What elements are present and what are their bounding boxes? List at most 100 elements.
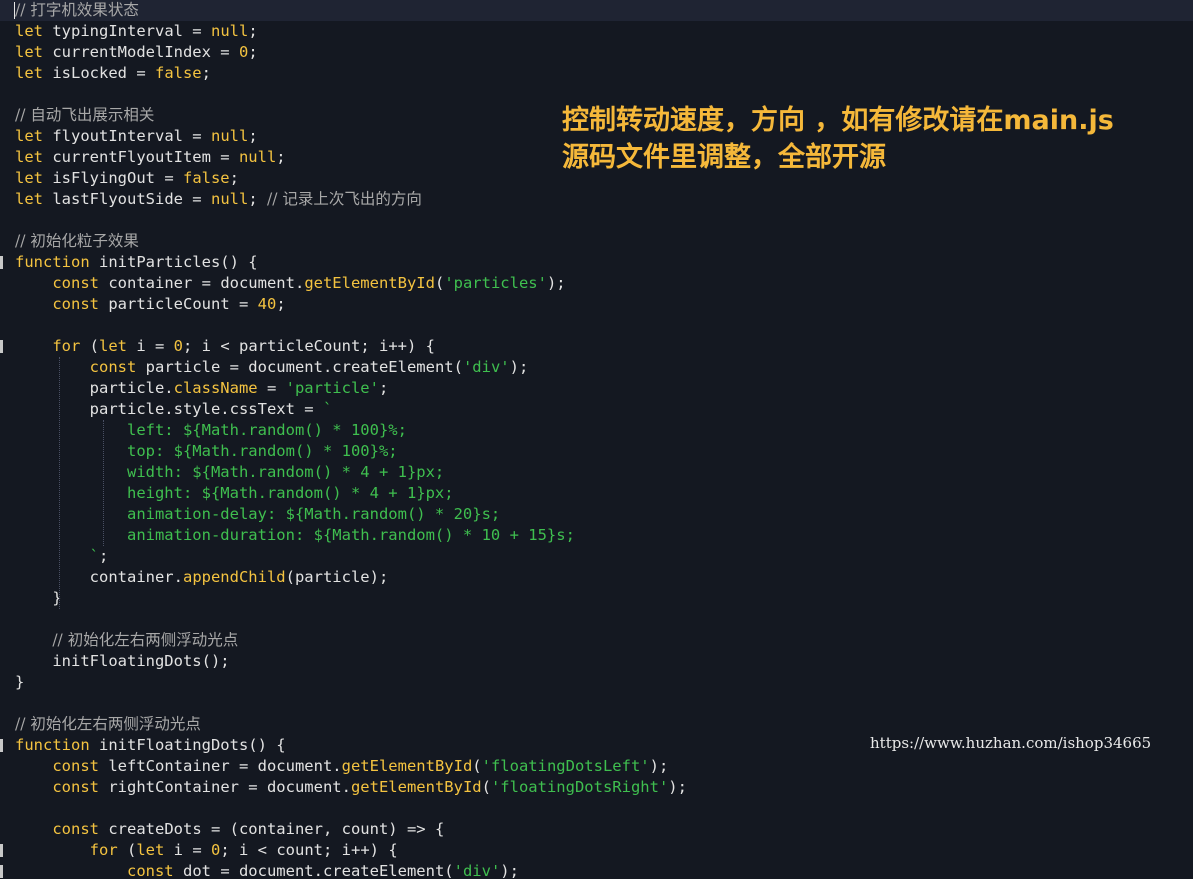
code-line[interactable]: left: ${Math.random() * 100}%; bbox=[15, 420, 407, 441]
code-token: dot = document.createElement( bbox=[173, 862, 454, 879]
code-line[interactable]: function initFloatingDots() { bbox=[15, 735, 286, 756]
code-line[interactable]: let typingInterval = null; bbox=[15, 21, 258, 42]
code-token: const bbox=[52, 820, 99, 838]
code-line[interactable]: const particleCount = 40; bbox=[15, 294, 285, 315]
fold-marker[interactable] bbox=[0, 256, 3, 269]
code-line[interactable]: particle.className = 'particle'; bbox=[15, 378, 389, 399]
code-line[interactable]: particle.style.cssText = ` bbox=[15, 399, 333, 420]
code-line[interactable]: // 自动飞出展示相关 bbox=[15, 105, 154, 126]
code-token: ` bbox=[322, 400, 333, 418]
code-token: const bbox=[52, 274, 99, 292]
fold-marker[interactable] bbox=[0, 739, 3, 752]
code-token: particle. bbox=[15, 379, 174, 397]
code-token: ); bbox=[509, 358, 529, 376]
code-line[interactable]: let currentFlyoutItem = null; bbox=[15, 147, 286, 168]
code-token: const bbox=[52, 295, 99, 313]
code-token: null bbox=[238, 148, 277, 166]
fold-marker[interactable] bbox=[0, 865, 3, 878]
code-token: // 记录上次飞出的方向 bbox=[266, 190, 422, 208]
code-line[interactable]: // 初始化左右两侧浮动光点 bbox=[15, 714, 201, 735]
code-line[interactable]: let flyoutInterval = null; bbox=[15, 126, 258, 147]
indent-guide bbox=[103, 420, 104, 546]
code-token: ; bbox=[99, 547, 109, 565]
code-line[interactable]: let lastFlyoutSide = null; // 记录上次飞出的方向 bbox=[15, 189, 422, 210]
code-token: ); bbox=[546, 274, 566, 292]
code-token: i = bbox=[127, 337, 174, 355]
code-token: ( bbox=[117, 841, 137, 859]
code-line[interactable]: const rightContainer = document.getEleme… bbox=[15, 777, 687, 798]
code-token: // 自动飞出展示相关 bbox=[15, 106, 155, 124]
code-token: let bbox=[15, 64, 43, 82]
code-line[interactable]: } bbox=[15, 588, 62, 609]
code-token: lastFlyoutSide = bbox=[43, 190, 211, 208]
code-token: initFloatingDots() { bbox=[89, 736, 286, 754]
code-token: ; bbox=[276, 148, 286, 166]
code-token: i = bbox=[164, 841, 211, 859]
code-token: null bbox=[210, 190, 249, 208]
code-line[interactable]: // 初始化粒子效果 bbox=[15, 231, 139, 252]
code-token: isFlyingOut = bbox=[43, 169, 183, 187]
code-token: ; bbox=[248, 190, 267, 208]
code-line[interactable]: const dot = document.createElement('div'… bbox=[15, 861, 519, 879]
code-line[interactable]: for (let i = 0; i < count; i++) { bbox=[15, 840, 398, 861]
code-line[interactable]: initFloatingDots(); bbox=[15, 651, 229, 672]
code-token: 'floatingDotsRight' bbox=[490, 778, 669, 796]
code-token: 'div' bbox=[462, 358, 510, 376]
code-line[interactable]: const particle = document.createElement(… bbox=[15, 357, 529, 378]
annotation-line-2: 源码文件里调整，全部开源 bbox=[562, 142, 886, 173]
code-token: null bbox=[210, 22, 249, 40]
code-token: null bbox=[210, 127, 249, 145]
code-line[interactable]: let isFlyingOut = false; bbox=[15, 168, 239, 189]
code-line[interactable]: `; bbox=[15, 546, 109, 567]
code-token: const bbox=[126, 862, 174, 879]
code-line[interactable]: animation-duration: ${Math.random() * 10… bbox=[15, 525, 575, 546]
code-line[interactable]: const container = document.getElementByI… bbox=[15, 273, 566, 294]
code-line[interactable]: const createDots = (container, count) =>… bbox=[15, 819, 444, 840]
code-token: ; bbox=[229, 169, 239, 187]
code-line[interactable]: for (let i = 0; i < particleCount; i++) … bbox=[15, 336, 435, 357]
code-line[interactable]: } bbox=[15, 672, 24, 693]
code-line[interactable]: // 初始化左右两侧浮动光点 bbox=[15, 630, 238, 651]
code-token: left: ${Math.random() * 100}%; bbox=[126, 421, 407, 439]
code-line[interactable]: // 打字机效果状态 bbox=[0, 0, 1193, 21]
annotation-line-1: 控制转动速度，方向 ，如有修改请在main.js bbox=[562, 105, 1114, 136]
code-token: initParticles() { bbox=[89, 253, 258, 271]
code-token: const bbox=[52, 778, 99, 796]
code-line[interactable]: container.appendChild(particle); bbox=[15, 567, 389, 588]
code-token: = bbox=[257, 379, 286, 397]
code-line[interactable]: height: ${Math.random() * 4 + 1}px; bbox=[15, 483, 454, 504]
code-line[interactable]: let currentModelIndex = 0; bbox=[15, 42, 258, 63]
code-token: } bbox=[15, 589, 62, 607]
code-token: container = document. bbox=[99, 274, 305, 292]
code-line[interactable]: let isLocked = false; bbox=[15, 63, 211, 84]
code-token: 40 bbox=[257, 295, 277, 313]
code-token: let bbox=[99, 337, 127, 355]
code-token: createDots = (container, count) => { bbox=[99, 820, 445, 838]
code-line[interactable]: const leftContainer = document.getElemen… bbox=[15, 756, 668, 777]
code-token: ; bbox=[248, 22, 258, 40]
code-token: particle = document.createElement( bbox=[136, 358, 463, 376]
code-token: getElementById bbox=[304, 274, 435, 292]
code-line[interactable]: animation-delay: ${Math.random() * 20}s; bbox=[15, 504, 500, 525]
code-token: 0 bbox=[238, 43, 249, 61]
fold-marker[interactable] bbox=[0, 340, 3, 353]
code-token: ( bbox=[481, 778, 491, 796]
code-line[interactable]: top: ${Math.random() * 100}%; bbox=[15, 441, 398, 462]
code-line[interactable]: function initParticles() { bbox=[15, 252, 258, 273]
code-token: ; i < particleCount; i++) { bbox=[183, 337, 435, 355]
code-line[interactable]: width: ${Math.random() * 4 + 1}px; bbox=[15, 462, 444, 483]
code-token: flyoutInterval = bbox=[43, 127, 211, 145]
code-token: (particle); bbox=[285, 568, 389, 586]
code-token: const bbox=[52, 757, 99, 775]
fold-marker[interactable] bbox=[0, 844, 3, 857]
code-editor[interactable]: // 打字机效果状态 let typingInterval = null; let … bbox=[0, 0, 1193, 879]
